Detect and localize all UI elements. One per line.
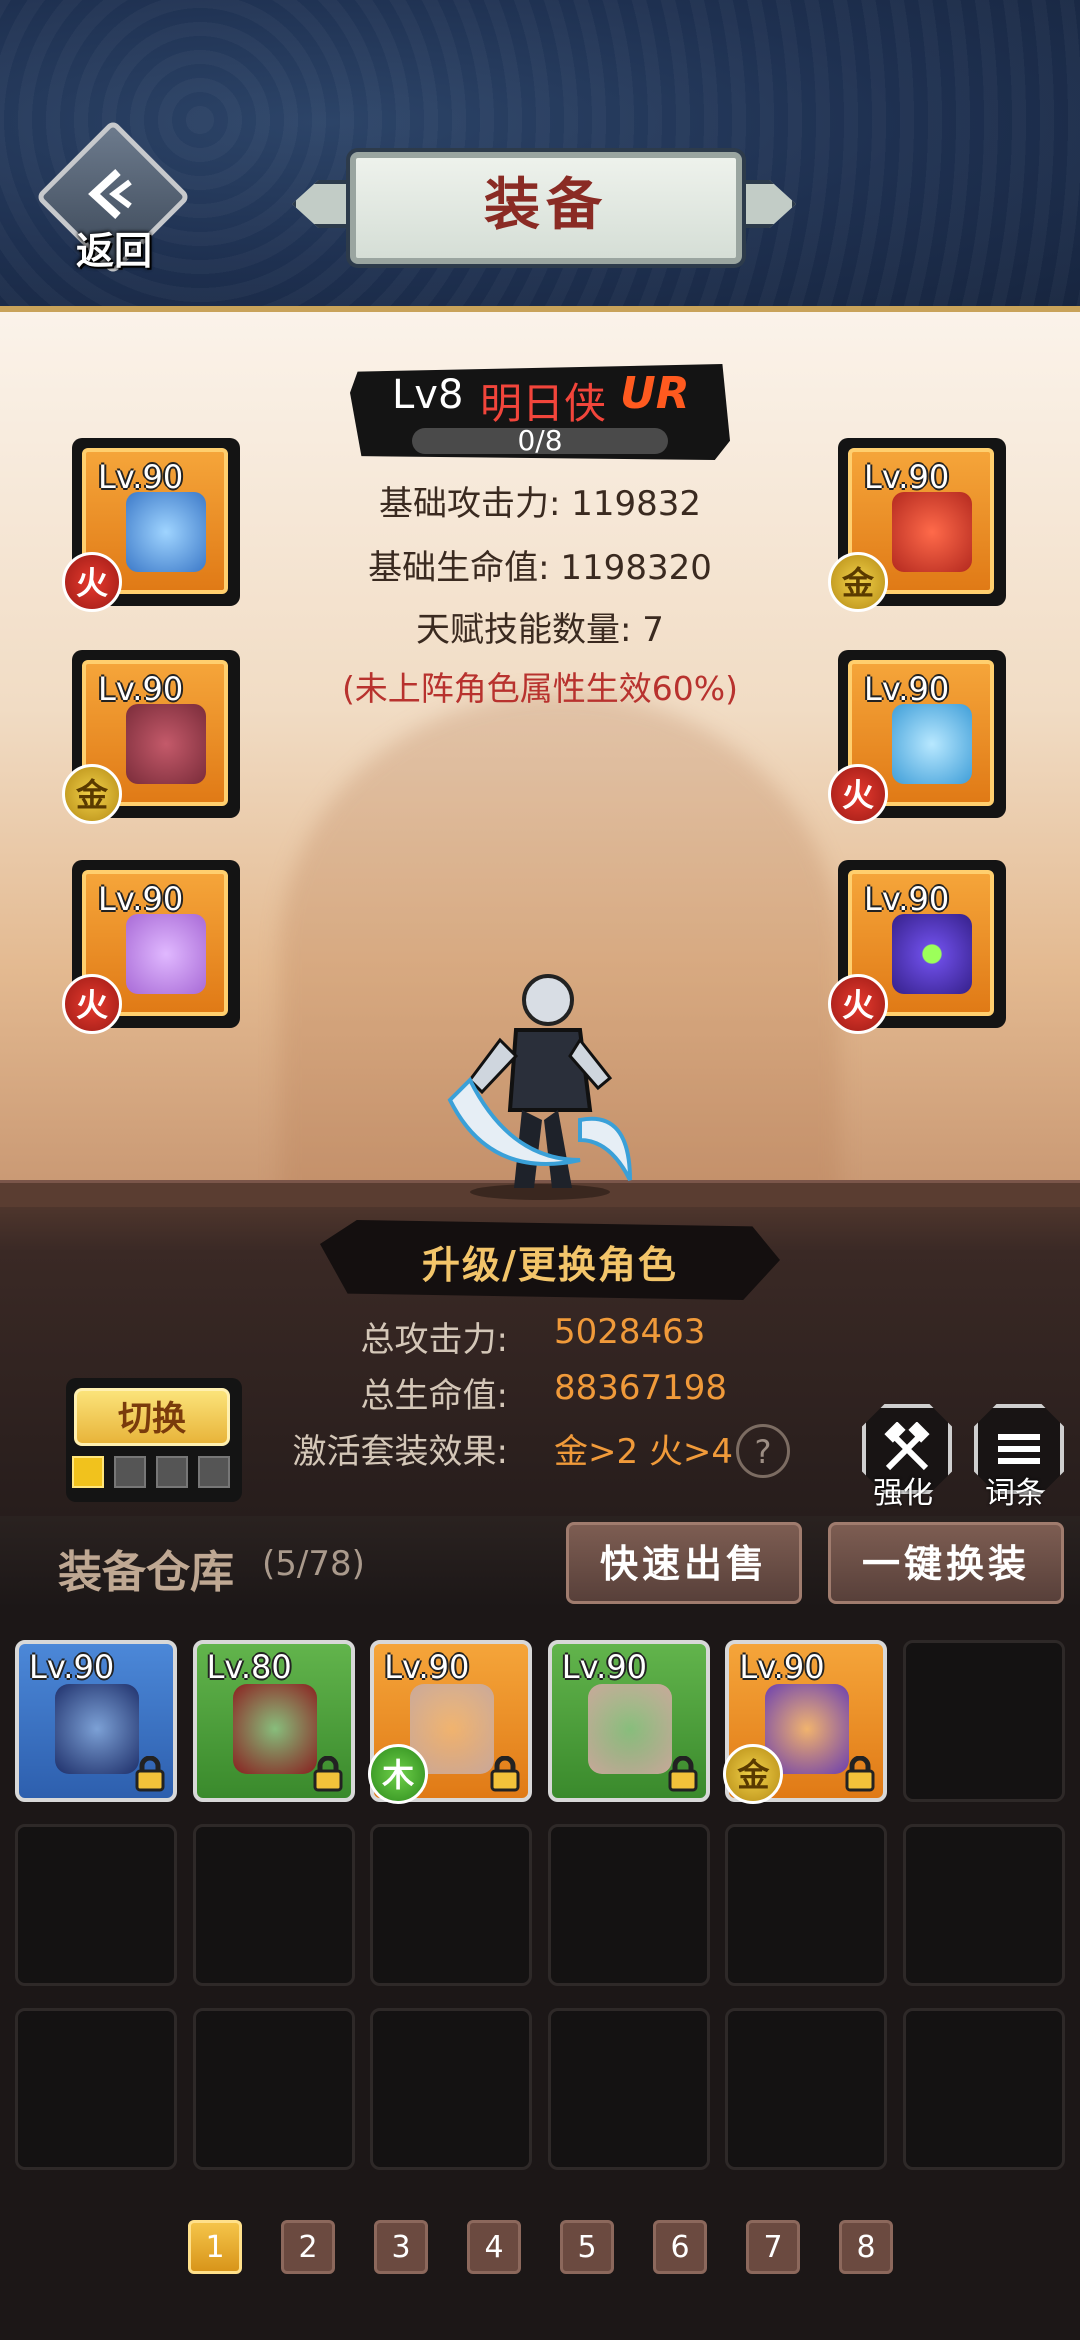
element-badge: 木 (368, 1744, 429, 1804)
lock-icon (313, 1756, 343, 1792)
page-button-8[interactable]: 8 (839, 2220, 893, 2274)
element-badge: 金 (62, 764, 122, 824)
cloak-icon (55, 1684, 139, 1774)
warehouse-count: (5/78) (262, 1544, 365, 1584)
item-level: Lv.90 (98, 880, 184, 918)
loadout-dot-2[interactable] (114, 1456, 146, 1488)
one-click-equip-button[interactable]: 一键换装 (828, 1522, 1064, 1604)
armor-icon (892, 492, 972, 572)
item-level: Lv.80 (206, 1648, 292, 1686)
warehouse-item[interactable]: Lv.90 木 (368, 1640, 533, 1804)
page-button-7[interactable]: 7 (746, 2220, 800, 2274)
empty-slot[interactable] (15, 2008, 177, 2170)
empty-slot[interactable] (547, 1824, 710, 1986)
character-level: Lv8 (392, 372, 464, 418)
item-level: Lv.90 (739, 1648, 825, 1686)
help-button[interactable]: ? (736, 1424, 790, 1478)
talent-count-stat: 天赋技能数量: 7 (416, 610, 664, 650)
armor-icon (232, 1684, 317, 1774)
element-badge: 金 (723, 1744, 784, 1804)
warehouse-title: 装备仓库 (58, 1547, 234, 1598)
page-button-5[interactable]: 5 (560, 2220, 614, 2274)
set-effect-value: 金>2 火>4 (554, 1432, 734, 1472)
warehouse-item[interactable]: Lv.90 (547, 1640, 710, 1802)
empty-slot[interactable] (903, 2008, 1065, 2170)
empty-slot[interactable] (903, 1640, 1065, 1802)
page-title: 装备 (484, 172, 608, 238)
element-badge: 火 (62, 974, 122, 1034)
element-badge: 火 (828, 764, 888, 824)
switch-button[interactable]: 切换 (74, 1388, 230, 1446)
equip-slot-boots[interactable]: Lv.90 火 (828, 650, 1006, 824)
back-label: 返回 (75, 229, 152, 273)
chevron-left-icon (88, 169, 132, 219)
page-button-1[interactable]: 1 (188, 2220, 242, 2274)
loadout-dot-4[interactable] (198, 1456, 230, 1488)
total-attack-value: 5028463 (554, 1312, 706, 1352)
total-attack-label: 总攻击力: (360, 1320, 508, 1360)
set-effect-label: 激活套装效果: (292, 1432, 508, 1472)
quick-sell-button[interactable]: 快速出售 (566, 1522, 802, 1604)
character-name: 明日侠 (480, 379, 607, 428)
helmet-icon (587, 1684, 672, 1774)
item-level: Lv.90 (98, 670, 184, 708)
page-button-6[interactable]: 6 (653, 2220, 707, 2274)
empty-slot[interactable] (370, 2008, 533, 2170)
empty-slot[interactable] (192, 1824, 355, 1986)
page-button-4[interactable]: 4 (467, 2220, 521, 2274)
base-hp-stat: 基础生命值: 1198320 (368, 548, 712, 588)
empty-slot[interactable] (370, 1824, 533, 1986)
item-level: Lv.90 (561, 1648, 647, 1686)
empty-slot[interactable] (725, 1824, 888, 1986)
total-hp-value: 88367198 (554, 1368, 728, 1408)
enhance-label: 强化 (873, 1476, 933, 1511)
base-attack-stat: 基础攻击力: 119832 (378, 484, 702, 524)
item-level: Lv.90 (864, 880, 950, 918)
loadout-dot-1[interactable] (72, 1456, 104, 1488)
lock-icon (135, 1756, 165, 1792)
warehouse-item[interactable]: Lv.90 (15, 1640, 177, 1802)
page-button-2[interactable]: 2 (281, 2220, 335, 2274)
upgrade-change-character-button[interactable]: 升级/更换角色 (320, 1234, 780, 1289)
equip-slot-armor[interactable]: Lv.90 金 (828, 438, 1006, 612)
item-level: Lv.90 (384, 1648, 470, 1686)
loadout-dot-3[interactable] (156, 1456, 188, 1488)
lock-icon (668, 1756, 698, 1792)
character-rank: UR (620, 368, 690, 419)
equip-slot-ring[interactable]: Lv.90 火 (828, 860, 1006, 1034)
element-badge: 火 (828, 974, 888, 1034)
empty-slot[interactable] (547, 2008, 710, 2170)
ring-icon (892, 914, 972, 994)
empty-slot[interactable] (725, 2008, 888, 2170)
equip-slot-weapon[interactable]: Lv.90 火 (62, 438, 240, 612)
empty-slot[interactable] (15, 1824, 177, 1986)
boots-icon (892, 704, 972, 784)
lock-icon (845, 1756, 875, 1792)
item-level: Lv.90 (29, 1648, 115, 1686)
necklace-icon (126, 914, 206, 994)
total-hp-label: 总生命值: (360, 1376, 508, 1416)
item-level: Lv.90 (98, 458, 184, 496)
hero-character[interactable] (430, 960, 650, 1200)
element-badge: 金 (828, 552, 888, 612)
helmet-icon (126, 704, 206, 784)
empty-slot[interactable] (903, 1824, 1065, 1986)
item-level: Lv.90 (864, 458, 950, 496)
bench-note: (未上阵角色属性生效60%) (341, 669, 739, 708)
lock-icon (490, 1756, 520, 1792)
empty-slot[interactable] (192, 2008, 355, 2170)
item-level: Lv.90 (864, 670, 950, 708)
back-button[interactable]: 返回 (35, 119, 194, 278)
equip-slot-helmet[interactable]: Lv.90 金 (62, 650, 240, 824)
page-button-3[interactable]: 3 (374, 2220, 428, 2274)
affix-label: 词条 (985, 1476, 1045, 1511)
equip-slot-necklace[interactable]: Lv.90 火 (62, 860, 240, 1034)
warehouse-item[interactable]: Lv.90 金 (723, 1640, 888, 1804)
element-badge: 火 (62, 552, 122, 612)
progress-text: 0/8 (517, 424, 563, 457)
sword-icon (126, 492, 206, 572)
warehouse-item[interactable]: Lv.80 (192, 1640, 355, 1802)
